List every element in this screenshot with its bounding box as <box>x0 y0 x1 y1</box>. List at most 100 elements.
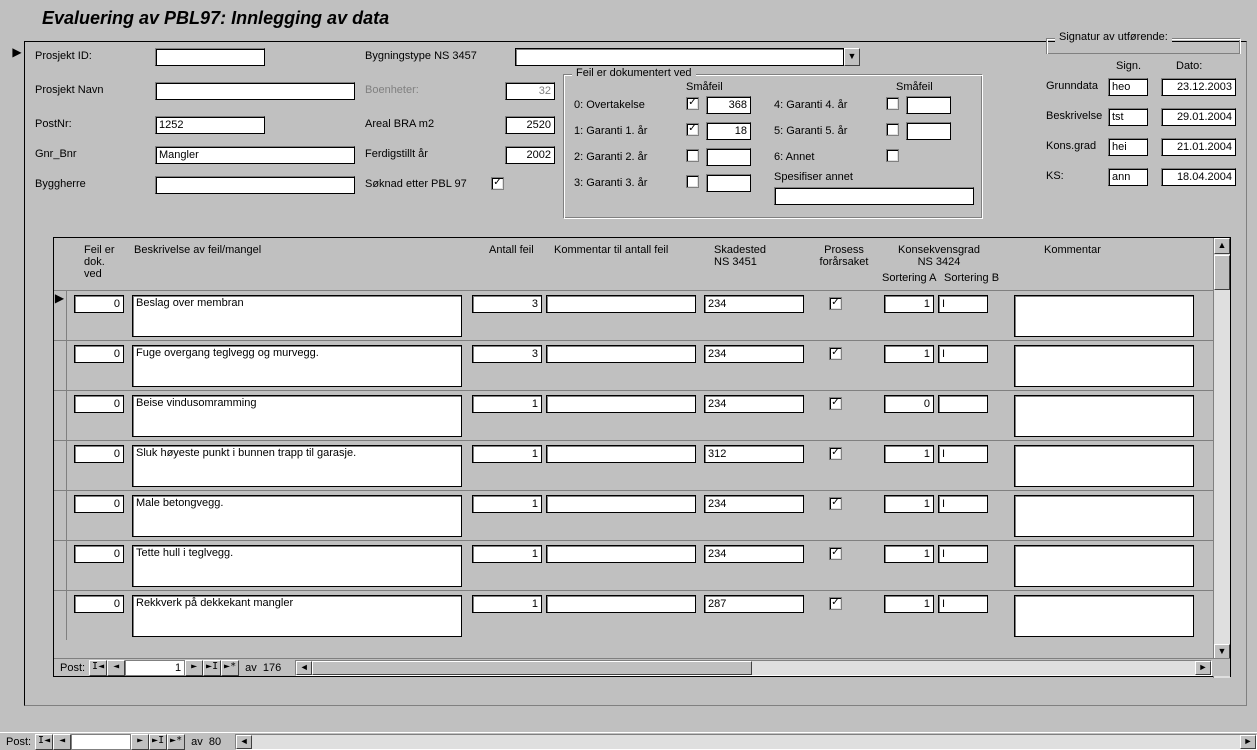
nav-next-icon[interactable]: ► <box>185 660 203 676</box>
cell-sort-a[interactable] <box>884 595 934 613</box>
grunndata-sign[interactable] <box>1108 78 1148 96</box>
f3-value[interactable] <box>706 174 751 192</box>
hscroll-thumb[interactable] <box>312 661 752 675</box>
cell-prosess-checkbox[interactable]: ✓ <box>829 547 842 560</box>
bygningstype-dropdown[interactable]: ▼ <box>515 48 860 66</box>
cell-skadested[interactable] <box>704 495 804 513</box>
hscroll-right-icon[interactable]: ► <box>1195 661 1211 675</box>
cell-antall[interactable] <box>472 495 542 513</box>
ks-dato[interactable] <box>1161 168 1236 186</box>
cell-prosess-checkbox[interactable]: ✓ <box>829 497 842 510</box>
f4-checkbox[interactable] <box>886 97 899 110</box>
subform-vscrollbar[interactable]: ▲ ▼ <box>1213 238 1230 678</box>
grunndata-dato[interactable] <box>1161 78 1236 96</box>
cell-kommentar-antall[interactable] <box>546 295 696 313</box>
cell-sort-a[interactable] <box>884 495 934 513</box>
byggherre-field[interactable] <box>155 176 355 194</box>
cell-antall[interactable] <box>472 595 542 613</box>
cell-antall[interactable] <box>472 395 542 413</box>
cell-antall[interactable] <box>472 545 542 563</box>
row-selector[interactable] <box>54 591 67 640</box>
subform-hscrollbar[interactable]: ◄ ► <box>295 660 1212 676</box>
cell-skadested[interactable] <box>704 345 804 363</box>
bygningstype-value[interactable] <box>515 48 844 66</box>
cell-prosess-checkbox[interactable]: ✓ <box>829 347 842 360</box>
scroll-thumb[interactable] <box>1214 255 1230 290</box>
f0-value[interactable] <box>706 96 751 114</box>
cell-sort-a[interactable] <box>884 545 934 563</box>
cell-sort-b[interactable] <box>938 395 988 413</box>
outer-nav-first-icon[interactable]: I◄ <box>35 734 53 750</box>
cell-kommentar[interactable] <box>1014 345 1194 387</box>
cell-beskrivelse[interactable]: Beslag over membran <box>132 295 462 337</box>
cell-sort-a[interactable] <box>884 445 934 463</box>
cell-kommentar[interactable] <box>1014 595 1194 637</box>
outer-nav-new-icon[interactable]: ►* <box>167 734 185 750</box>
cell-kommentar[interactable] <box>1014 295 1194 337</box>
row-selector[interactable] <box>54 441 67 490</box>
cell-prosess-checkbox[interactable]: ✓ <box>829 447 842 460</box>
f4-value[interactable] <box>906 96 951 114</box>
cell-feil-dok[interactable] <box>74 395 124 413</box>
beskrivelse-sign[interactable] <box>1108 108 1148 126</box>
cell-antall[interactable] <box>472 295 542 313</box>
cell-sort-b[interactable] <box>938 595 988 613</box>
cell-sort-b[interactable] <box>938 445 988 463</box>
f2-checkbox[interactable] <box>686 149 699 162</box>
cell-sort-a[interactable] <box>884 395 934 413</box>
f2-value[interactable] <box>706 148 751 166</box>
cell-skadested[interactable] <box>704 595 804 613</box>
cell-sort-b[interactable] <box>938 295 988 313</box>
cell-feil-dok[interactable] <box>74 295 124 313</box>
cell-kommentar[interactable] <box>1014 495 1194 537</box>
outer-nav-current-record[interactable] <box>71 734 131 750</box>
nav-last-icon[interactable]: ►I <box>203 660 221 676</box>
cell-beskrivelse[interactable]: Beise vindusomramming <box>132 395 462 437</box>
outer-nav-next-icon[interactable]: ► <box>131 734 149 750</box>
row-selector[interactable] <box>54 391 67 440</box>
cell-kommentar-antall[interactable] <box>546 595 696 613</box>
f1-checkbox[interactable]: ✓ <box>686 123 699 136</box>
dropdown-arrow-icon[interactable]: ▼ <box>844 48 860 66</box>
outer-nav-last-icon[interactable]: ►I <box>149 734 167 750</box>
scroll-up-icon[interactable]: ▲ <box>1214 238 1230 254</box>
areal-field[interactable] <box>505 116 555 134</box>
cell-beskrivelse[interactable]: Fuge overgang teglvegg og murvegg. <box>132 345 462 387</box>
konsgrad-dato[interactable] <box>1161 138 1236 156</box>
cell-antall[interactable] <box>472 445 542 463</box>
cell-prosess-checkbox[interactable]: ✓ <box>829 597 842 610</box>
cell-kommentar-antall[interactable] <box>546 395 696 413</box>
cell-antall[interactable] <box>472 345 542 363</box>
cell-kommentar[interactable] <box>1014 545 1194 587</box>
outer-nav-prev-icon[interactable]: ◄ <box>53 734 71 750</box>
cell-sort-a[interactable] <box>884 295 934 313</box>
row-selector[interactable]: ▶ <box>54 291 67 340</box>
cell-skadested[interactable] <box>704 295 804 313</box>
cell-feil-dok[interactable] <box>74 445 124 463</box>
cell-kommentar-antall[interactable] <box>546 545 696 563</box>
nav-new-icon[interactable]: ►* <box>221 660 239 676</box>
cell-beskrivelse[interactable]: Rekkverk på dekkekant mangler <box>132 595 462 637</box>
cell-feil-dok[interactable] <box>74 495 124 513</box>
nav-current-record[interactable]: 1 <box>125 660 185 676</box>
cell-beskrivelse[interactable]: Tette hull i teglvegg. <box>132 545 462 587</box>
cell-feil-dok[interactable] <box>74 345 124 363</box>
row-selector[interactable] <box>54 491 67 540</box>
f5-checkbox[interactable] <box>886 123 899 136</box>
cell-kommentar-antall[interactable] <box>546 495 696 513</box>
cell-feil-dok[interactable] <box>74 595 124 613</box>
gnr-bnr-field[interactable] <box>155 146 355 164</box>
hscroll-left-icon[interactable]: ◄ <box>296 661 312 675</box>
cell-sort-b[interactable] <box>938 545 988 563</box>
cell-kommentar[interactable] <box>1014 445 1194 487</box>
nav-first-icon[interactable]: I◄ <box>89 660 107 676</box>
cell-skadested[interactable] <box>704 395 804 413</box>
f6-checkbox[interactable] <box>886 149 899 162</box>
beskrivelse-dato[interactable] <box>1161 108 1236 126</box>
postnr-field[interactable] <box>155 116 265 134</box>
ks-sign[interactable] <box>1108 168 1148 186</box>
cell-kommentar-antall[interactable] <box>546 345 696 363</box>
cell-beskrivelse[interactable]: Male betongvegg. <box>132 495 462 537</box>
cell-sort-b[interactable] <box>938 495 988 513</box>
cell-kommentar-antall[interactable] <box>546 445 696 463</box>
